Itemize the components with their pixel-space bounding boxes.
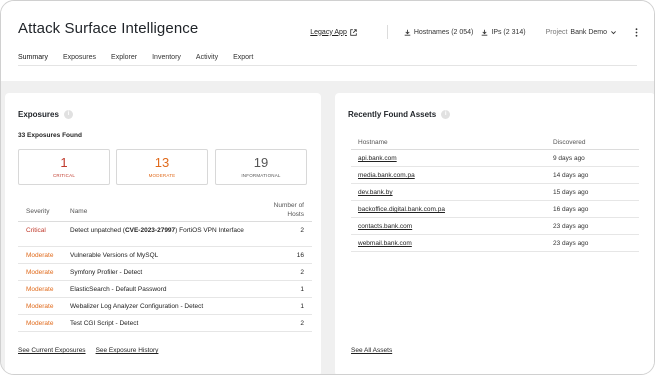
cve-id: CVE-2023-27997 — [124, 227, 176, 234]
name-part: ) FortiOS VPN Interface — [175, 227, 244, 234]
table-row[interactable]: Moderate ElasticSearch - Default Passwor… — [18, 281, 312, 298]
table-row[interactable]: Critical Detect unpatched (CVE-2023-2799… — [18, 222, 312, 247]
column-header-hosts-line2: Hosts — [287, 211, 304, 218]
project-value: Bank Demo — [570, 28, 607, 36]
table-header: Hostname Discovered — [351, 139, 639, 150]
hosts-cell: 16 — [296, 252, 304, 259]
table-row: media.bank.com.pa 14 days ago — [351, 167, 639, 184]
critical-label: CRITICAL — [52, 173, 76, 178]
table-header: Severity Name Number of Hosts — [18, 201, 312, 221]
assets-table: Hostname Discovered api.bank.com 9 days … — [351, 139, 639, 252]
info-icon[interactable]: i — [441, 110, 451, 119]
name-cell: Vulnerable Versions of MySQL — [70, 252, 159, 259]
hostname-link[interactable]: api.bank.com — [358, 155, 397, 162]
hostname-link[interactable]: backoffice.digital.bank.com.pa — [358, 206, 445, 213]
discovered-cell: 14 days ago — [553, 172, 589, 179]
exposures-title: Exposures i — [18, 110, 73, 119]
see-all-assets-link[interactable]: See All Assets — [351, 347, 392, 354]
table-row[interactable]: Moderate Vulnerable Versions of MySQL 16 — [18, 247, 312, 264]
table-row: backoffice.digital.bank.com.pa 16 days a… — [351, 201, 639, 218]
informational-stat-card[interactable]: 19 INFORMATIONAL — [215, 149, 307, 185]
table-row: contacts.bank.com 23 days ago — [351, 218, 639, 235]
table-row: webmail.bank.com 23 days ago — [351, 235, 639, 252]
page-header: Attack Surface Intelligence Legacy App H… — [1, 1, 654, 81]
table-row[interactable]: Moderate Test CGI Script - Detect 2 — [18, 315, 312, 332]
severity-cell: Critical — [26, 227, 46, 234]
app-window: Attack Surface Intelligence Legacy App H… — [0, 0, 655, 375]
name-cell: Test CGI Script - Detect — [70, 320, 139, 327]
see-exposure-history-link[interactable]: See Exposure History — [96, 347, 159, 354]
hosts-cell: 2 — [300, 269, 304, 276]
tab-bar-divider — [18, 65, 637, 66]
column-header-hostname[interactable]: Hostname — [358, 139, 388, 146]
name-cell: Symfony Profiler - Detect — [70, 269, 143, 276]
hosts-cell: 2 — [300, 227, 304, 234]
name-cell: Detect unpatched (CVE-2023-27997) FortiO… — [70, 227, 290, 236]
name-part: Detect unpatched ( — [70, 227, 125, 234]
download-ips-button[interactable]: IPs (2 314) — [481, 28, 526, 36]
table-row: api.bank.com 9 days ago — [351, 150, 639, 167]
hostname-link[interactable]: webmail.bank.com — [358, 240, 412, 247]
exposures-table: Severity Name Number of Hosts Critical D… — [18, 201, 312, 332]
info-icon[interactable]: i — [63, 110, 73, 119]
name-cell: ElasticSearch - Default Password — [70, 286, 167, 293]
recent-assets-title: Recently Found Assets i — [348, 110, 451, 119]
exposures-title-text: Exposures — [18, 110, 59, 119]
critical-count: 1 — [60, 155, 68, 170]
severity-cell: Moderate — [26, 252, 54, 259]
discovered-cell: 9 days ago — [553, 155, 585, 162]
chevron-down-icon — [610, 29, 617, 36]
discovered-cell: 23 days ago — [553, 240, 589, 247]
hosts-cell: 1 — [300, 303, 304, 310]
informational-label: INFORMATIONAL — [241, 173, 281, 178]
download-hostnames-button[interactable]: Hostnames (2 054) — [404, 28, 474, 36]
table-row: dev.bank.by 15 days ago — [351, 184, 639, 201]
project-label: Project — [545, 28, 568, 36]
legacy-app-label: Legacy App — [310, 28, 347, 36]
discovered-cell: 15 days ago — [553, 189, 589, 196]
exposures-card: Exposures i 33 Exposures Found 1 CRITICA… — [5, 93, 321, 374]
hostname-link[interactable]: contacts.bank.com — [358, 223, 412, 230]
informational-count: 19 — [253, 155, 269, 170]
severity-cell: Moderate — [26, 303, 54, 310]
column-header-hosts[interactable]: Number of Hosts — [274, 201, 304, 219]
download-icon — [481, 29, 488, 36]
recent-assets-card: Recently Found Assets i Hostname Discove… — [335, 93, 654, 374]
download-hostnames-label: Hostnames (2 054) — [413, 28, 474, 36]
header-divider — [386, 25, 388, 39]
column-header-hosts-line1: Number of — [273, 202, 304, 209]
critical-stat-card[interactable]: 1 CRITICAL — [18, 149, 110, 185]
severity-cell: Moderate — [26, 269, 54, 276]
moderate-label: MODERATE — [148, 173, 176, 178]
see-current-exposures-link[interactable]: See Current Exposures — [18, 347, 86, 354]
legacy-app-link[interactable]: Legacy App — [310, 29, 357, 36]
severity-cell: Moderate — [26, 286, 54, 293]
column-header-discovered[interactable]: Discovered — [553, 139, 586, 146]
column-header-severity[interactable]: Severity — [26, 208, 49, 215]
column-header-name[interactable]: Name — [70, 208, 87, 215]
table-row[interactable]: Moderate Webalizer Log Analyzer Configur… — [18, 298, 312, 315]
project-selector[interactable]: Project Bank Demo — [546, 29, 617, 36]
header-actions: Legacy App Hostnames (2 054) IPs (2 314) — [310, 25, 638, 39]
hosts-cell: 2 — [300, 320, 304, 327]
download-ips-label: IPs (2 314) — [491, 28, 526, 36]
discovered-cell: 23 days ago — [553, 223, 589, 230]
exposures-footer-links: See Current Exposures See Exposure Histo… — [18, 347, 158, 354]
table-row[interactable]: Moderate Symfony Profiler - Detect 2 — [18, 264, 312, 281]
external-link-icon — [350, 28, 357, 36]
exposures-found-count: 33 Exposures Found — [18, 132, 82, 139]
severity-cell: Moderate — [26, 320, 54, 327]
moderate-stat-card[interactable]: 13 MODERATE — [116, 149, 208, 185]
download-icon — [404, 29, 411, 36]
recent-assets-title-text: Recently Found Assets — [348, 110, 437, 119]
hosts-cell: 1 — [300, 286, 304, 293]
discovered-cell: 16 days ago — [553, 206, 589, 213]
name-cell: Webalizer Log Analyzer Configuration - D… — [70, 303, 204, 310]
more-vertical-icon[interactable] — [635, 27, 638, 37]
moderate-count: 13 — [154, 155, 170, 170]
hostname-link[interactable]: media.bank.com.pa — [358, 172, 415, 179]
hostname-link[interactable]: dev.bank.by — [358, 189, 393, 196]
page-title: Attack Surface Intelligence — [18, 20, 199, 37]
